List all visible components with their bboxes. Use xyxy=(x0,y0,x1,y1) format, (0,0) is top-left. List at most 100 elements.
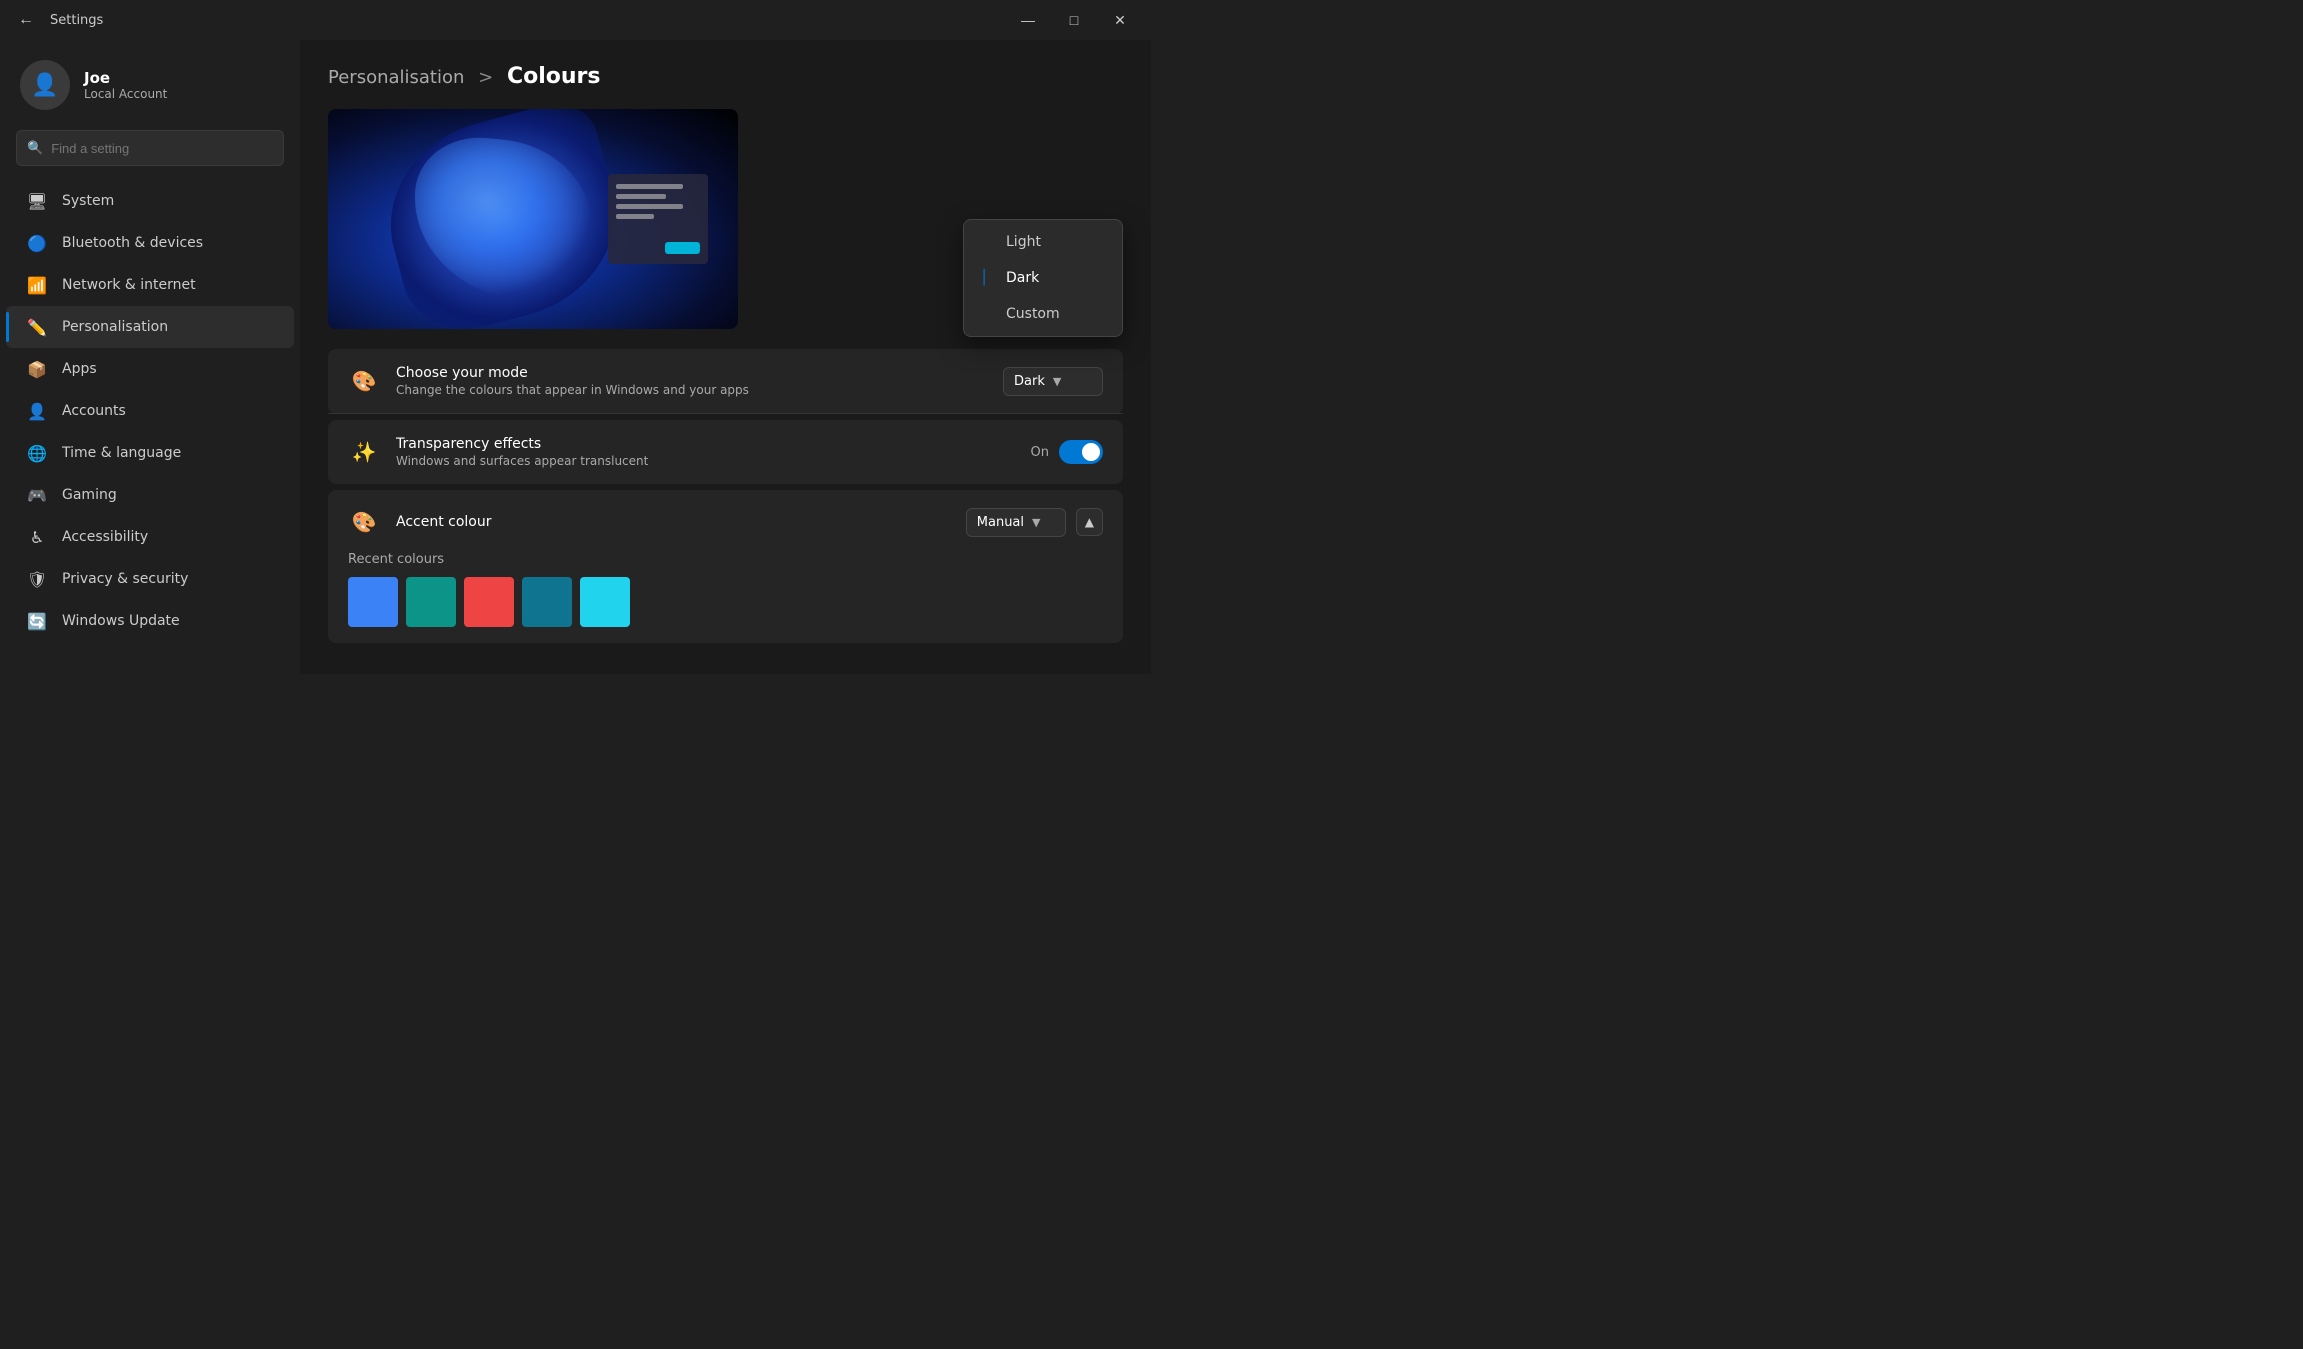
minimize-button[interactable]: — xyxy=(1005,4,1051,36)
search-box[interactable]: 🔍 xyxy=(16,130,284,166)
search-icon: 🔍 xyxy=(27,141,43,156)
mode-option-light-label: Light xyxy=(1006,234,1041,250)
sidebar-item-label: Gaming xyxy=(62,487,117,503)
user-account-type: Local Account xyxy=(84,87,167,101)
mode-option-custom-label: Custom xyxy=(1006,306,1060,322)
breadcrumb-separator: > xyxy=(478,67,493,88)
user-info: Joe Local Account xyxy=(84,69,167,101)
toggle-knob xyxy=(1082,443,1100,461)
sidebar-item-accessibility[interactable]: ♿ Accessibility xyxy=(6,516,294,558)
transparency-row: ✨ Transparency effects Windows and surfa… xyxy=(328,420,1123,484)
mode-dropdown-popup: Light │ Dark Custom xyxy=(963,219,1123,337)
apps-icon: 📦 xyxy=(26,358,48,380)
mode-option-light[interactable]: Light xyxy=(964,224,1122,260)
sidebar-item-privacy[interactable]: 🛡 Privacy & security xyxy=(6,558,294,600)
mode-row: 🎨 Choose your mode Change the colours th… xyxy=(328,349,1123,414)
transparency-toggle[interactable] xyxy=(1059,440,1103,464)
sidebar-item-label: System xyxy=(62,193,114,209)
accent-expand-button[interactable]: ▲ xyxy=(1076,508,1103,536)
search-input[interactable] xyxy=(51,131,273,165)
accent-dropdown-arrow-down: ▼ xyxy=(1032,516,1040,529)
sidebar-item-label: Bluetooth & devices xyxy=(62,235,203,251)
avatar: 👤 xyxy=(20,60,70,110)
mode-option-dark[interactable]: │ Dark xyxy=(964,260,1122,296)
app-title: Settings xyxy=(50,13,103,28)
sidebar-item-label: Privacy & security xyxy=(62,571,188,587)
user-section: 👤 Joe Local Account xyxy=(0,50,300,130)
mode-row-control: Dark ▼ xyxy=(1003,367,1103,396)
preview-line-4 xyxy=(616,214,654,219)
accent-dropdown-value: Manual xyxy=(977,515,1024,530)
privacy-icon: 🛡 xyxy=(26,568,48,590)
main-content: Personalisation > Colours 🎨 Choose your xyxy=(300,40,1151,674)
mode-card: 🎨 Choose your mode Change the colours th… xyxy=(328,349,1123,414)
accent-section: 🎨 Accent colour Manual ▼ ▲ Recent colour… xyxy=(328,490,1123,643)
colour-swatch-2[interactable] xyxy=(464,577,514,627)
colour-swatch-1[interactable] xyxy=(406,577,456,627)
colour-swatches xyxy=(348,577,1103,627)
wallpaper-preview xyxy=(328,109,738,329)
app-body: 👤 Joe Local Account 🔍 🖥 System 🔵 Bluetoo… xyxy=(0,40,1151,674)
sidebar-item-label: Windows Update xyxy=(62,613,180,629)
sidebar: 👤 Joe Local Account 🔍 🖥 System 🔵 Bluetoo… xyxy=(0,40,300,674)
win11-flower-graphic xyxy=(368,109,637,329)
accessibility-icon: ♿ xyxy=(26,526,48,548)
sidebar-item-label: Accounts xyxy=(62,403,126,419)
mode-row-text: Choose your mode Change the colours that… xyxy=(396,365,987,397)
mode-dropdown-trigger[interactable]: Dark ▼ xyxy=(1003,367,1103,396)
system-icon: 🖥 xyxy=(26,190,48,212)
transparency-toggle-label: On xyxy=(1031,445,1049,460)
sidebar-item-gaming[interactable]: 🎮 Gaming xyxy=(6,474,294,516)
back-button[interactable]: ← xyxy=(12,7,40,33)
transparency-icon: ✨ xyxy=(348,436,380,468)
sidebar-item-label: Accessibility xyxy=(62,529,148,545)
colour-swatch-3[interactable] xyxy=(522,577,572,627)
sidebar-item-apps[interactable]: 📦 Apps xyxy=(6,348,294,390)
mode-selected-value: Dark xyxy=(1014,374,1045,389)
preview-line-2 xyxy=(616,194,666,199)
accounts-icon: 👤 xyxy=(26,400,48,422)
preview-line-1 xyxy=(616,184,683,189)
sidebar-item-personalisation[interactable]: ✏️ Personalisation xyxy=(6,306,294,348)
check-mark-dark: │ xyxy=(980,270,996,286)
bluetooth-icon: 🔵 xyxy=(26,232,48,254)
accent-row-control: Manual ▼ ▲ xyxy=(966,508,1103,537)
transparency-row-title: Transparency effects xyxy=(396,436,1015,452)
breadcrumb-parent: Personalisation xyxy=(328,67,464,88)
sidebar-item-label: Time & language xyxy=(62,445,181,461)
title-bar: ← Settings — □ ✕ xyxy=(0,0,1151,40)
transparency-row-subtitle: Windows and surfaces appear translucent xyxy=(396,454,1015,468)
accent-dropdown[interactable]: Manual ▼ xyxy=(966,508,1066,537)
mode-icon: 🎨 xyxy=(348,365,380,397)
recent-colours-label: Recent colours xyxy=(348,552,1103,567)
mode-option-dark-label: Dark xyxy=(1006,270,1039,286)
preview-line-3 xyxy=(616,204,683,209)
transparency-row-text: Transparency effects Windows and surface… xyxy=(396,436,1015,468)
accent-row: 🎨 Accent colour Manual ▼ ▲ xyxy=(348,506,1103,538)
sidebar-item-network[interactable]: 📶 Network & internet xyxy=(6,264,294,306)
maximize-button[interactable]: □ xyxy=(1051,4,1097,36)
sidebar-item-update[interactable]: 🔄 Windows Update xyxy=(6,600,294,642)
close-button[interactable]: ✕ xyxy=(1097,4,1143,36)
colour-swatch-4[interactable] xyxy=(580,577,630,627)
transparency-row-control: On xyxy=(1031,440,1103,464)
accent-icon: 🎨 xyxy=(348,506,380,538)
preview-button-mini xyxy=(665,242,700,254)
sidebar-item-bluetooth[interactable]: 🔵 Bluetooth & devices xyxy=(6,222,294,264)
sidebar-item-label: Apps xyxy=(62,361,97,377)
user-name: Joe xyxy=(84,69,167,87)
sidebar-item-system[interactable]: 🖥 System xyxy=(6,180,294,222)
update-icon: 🔄 xyxy=(26,610,48,632)
network-icon: 📶 xyxy=(26,274,48,296)
sidebar-item-accounts[interactable]: 👤 Accounts xyxy=(6,390,294,432)
mode-option-custom[interactable]: Custom xyxy=(964,296,1122,332)
window-controls: — □ ✕ xyxy=(1005,4,1143,36)
transparency-card: ✨ Transparency effects Windows and surfa… xyxy=(328,420,1123,484)
preview-window-panel xyxy=(608,174,708,264)
colour-swatch-0[interactable] xyxy=(348,577,398,627)
time-icon: 🌐 xyxy=(26,442,48,464)
sidebar-item-time[interactable]: 🌐 Time & language xyxy=(6,432,294,474)
mode-row-title: Choose your mode xyxy=(396,365,987,381)
title-bar-left: ← Settings xyxy=(12,7,103,33)
accent-row-title: Accent colour xyxy=(396,514,950,530)
